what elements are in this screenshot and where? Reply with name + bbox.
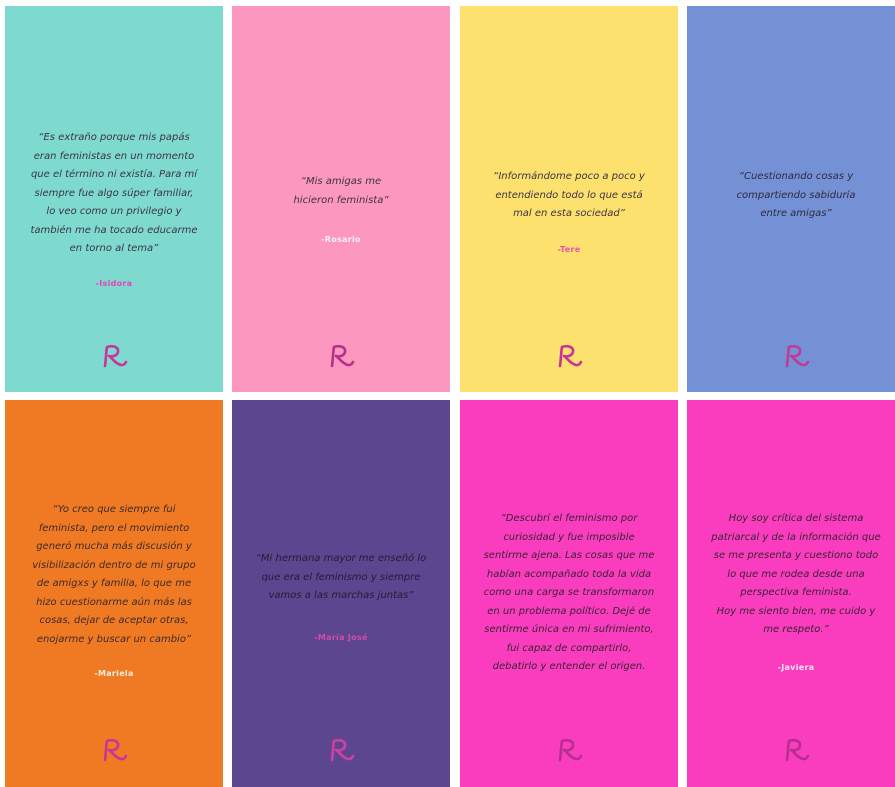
quote-line: compartiendo sabiduría: [736, 189, 856, 201]
quote-line: hizo cuestionarme aún más las: [36, 596, 192, 608]
quote-text: “Informándome poco a poco y entendiendo t…: [460, 168, 678, 224]
quote-line: como una carga se transformaron: [483, 587, 655, 598]
quote-line: generó mucha más discusión y: [36, 541, 192, 552]
quote-text: “Mis amigas me hicieron feminista”: [232, 173, 450, 210]
quote-line: Hoy me siento bien, me cuido y: [716, 605, 876, 617]
quote-author: -Isidora: [95, 279, 133, 288]
r-logo-icon: [781, 344, 811, 370]
quote-text: “Cuestionando cosas y compartiendo sabidu…: [687, 168, 895, 224]
quote-line: “Informándome poco a poco y: [493, 171, 645, 182]
quote-line: de amigxs y familia, lo que me: [36, 578, 192, 589]
quote-author: -Rosario: [321, 235, 361, 244]
r-logo-icon: [781, 738, 811, 764]
quote-line: enojarme y buscar un cambio”: [36, 633, 192, 645]
quote-line: también me ha tocado educarme: [30, 224, 198, 236]
quote-line: debatirlo y entender el origen.: [492, 661, 646, 672]
quote-card: “Informándome poco a poco y entendiendo t…: [460, 6, 678, 392]
quote-author: -Javiera: [777, 663, 815, 672]
r-logo-icon: [326, 344, 356, 370]
quote-card: “Cuestionando cosas y compartiendo sabidu…: [687, 6, 895, 392]
quote-text: “Descubrí el feminismo por curiosidad y f…: [460, 510, 678, 677]
quote-text: “Mi hermana mayor me enseñó lo que era el…: [232, 550, 450, 606]
quote-line: siempre fue algo súper familiar,: [34, 187, 194, 199]
quote-text: Hoy soy crítica del sistema patriarcal y …: [687, 510, 895, 640]
quote-card: “Es extraño porque mis papás eran feminis…: [5, 6, 223, 392]
quote-line: mal en esta sociedad”: [513, 208, 625, 219]
quote-author: -Tere: [557, 245, 581, 254]
quote-author: -Mariela: [94, 669, 134, 678]
quote-text: “Es extraño porque mis papás eran feminis…: [5, 129, 223, 259]
quote-line: “Es extraño porque mis papás: [38, 132, 190, 143]
quote-line: se me presenta y cuestiono todo: [713, 550, 879, 561]
quote-line: “Cuestionando cosas y: [738, 171, 854, 182]
quote-line: patriarcal y de la información que: [711, 531, 881, 543]
quote-line: “Mis amigas me: [300, 176, 382, 187]
quote-line: me respeto.”: [763, 624, 829, 635]
r-logo-icon: [554, 344, 584, 370]
quote-line: que era el feminismo y siempre: [261, 571, 421, 583]
quote-line: eran feministas en un momento: [33, 150, 195, 162]
quote-line: visibilización dentro de mi grupo: [32, 559, 196, 571]
quote-line: lo veo como un privilegio y: [46, 206, 182, 217]
quote-author: -María José: [314, 633, 368, 642]
quote-line: sentirme ajena. Las cosas que me: [483, 550, 655, 561]
quote-card: “Descubrí el feminismo por curiosidad y f…: [460, 400, 678, 787]
quote-line: lo que me rodea desde una: [727, 568, 865, 580]
quote-card: Hoy soy crítica del sistema patriarcal y …: [687, 400, 895, 787]
r-logo-icon: [99, 738, 129, 764]
quote-line: feminista, pero el movimiento: [38, 522, 190, 534]
r-logo-icon: [554, 738, 584, 764]
quote-line: cosas, dejar de aceptar otras,: [39, 615, 189, 626]
quote-text: “Yo creo que siempre fui feminista, pero …: [5, 501, 223, 649]
quote-line: vamos a las marchas juntas”: [268, 590, 414, 601]
quote-line: en un problema político. Dejé de: [487, 605, 651, 617]
quote-line: entendiendo todo lo que está: [495, 189, 643, 201]
quote-line: hicieron feminista”: [293, 194, 389, 206]
quote-line: “Mi hermana mayor me enseñó lo: [255, 553, 427, 564]
quote-line: “Yo creo que siempre fui: [52, 504, 176, 515]
quote-line: en torno al tema”: [69, 243, 159, 254]
quote-line: curiosidad y fue imposible: [503, 531, 635, 543]
quote-card: “Yo creo que siempre fui feminista, pero …: [5, 400, 223, 787]
quote-line: fui capaz de compartirlo,: [506, 642, 632, 654]
quote-card: “Mis amigas me hicieron feminista” -Rosari…: [232, 6, 450, 392]
quote-line: perspectiva feminista.: [740, 587, 852, 598]
quote-line: habían acompañado toda la vida: [486, 568, 652, 580]
r-logo-icon: [99, 344, 129, 370]
quote-line: Hoy soy crítica del sistema: [728, 513, 864, 524]
quote-card: “Mi hermana mayor me enseñó lo que era el…: [232, 400, 450, 787]
quote-line: que el término ni existía. Para mí: [30, 169, 198, 180]
quote-line: entre amigas”: [760, 208, 832, 219]
quote-line: “Descubrí el feminismo por: [500, 513, 638, 524]
quote-line: sentirme única en mi sufrimiento,: [484, 624, 654, 635]
r-logo-icon: [326, 738, 356, 764]
